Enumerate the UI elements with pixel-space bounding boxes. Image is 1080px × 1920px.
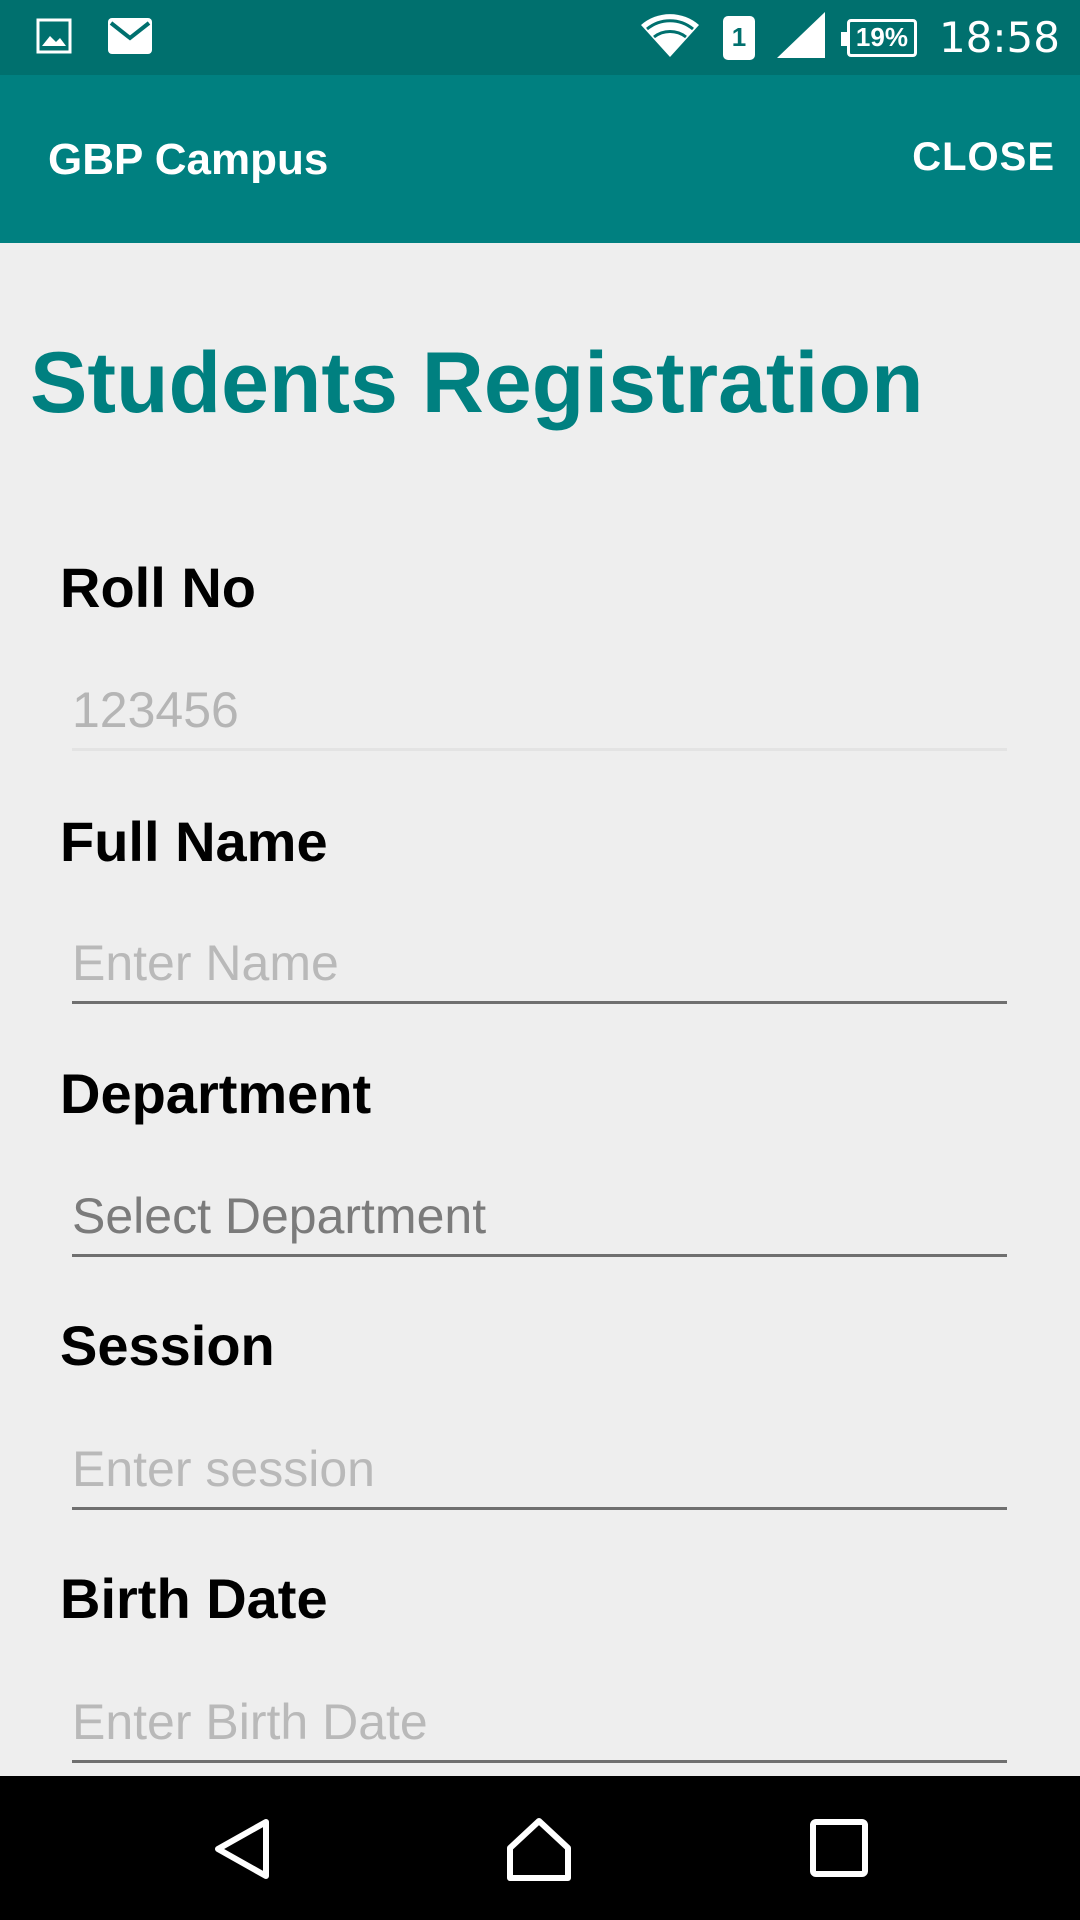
battery-icon: 19%: [840, 18, 917, 57]
session-label: Session: [60, 1314, 275, 1377]
roll-no-label: Roll No: [60, 556, 256, 619]
full-name-input[interactable]: [72, 923, 1007, 1003]
birth-date-input[interactable]: [72, 1682, 1007, 1762]
sim-icon: 1: [722, 15, 755, 60]
mail-icon: [108, 18, 152, 59]
page-title: Students Registration: [30, 335, 924, 431]
app-bar: GBP Campus CLOSE: [0, 75, 1080, 243]
department-label: Department: [60, 1062, 372, 1125]
wifi-icon: [639, 11, 701, 64]
full-name-label: Full Name: [60, 810, 328, 873]
department-underline: [72, 1254, 1007, 1257]
close-button[interactable]: CLOSE: [912, 135, 1055, 180]
session-input[interactable]: [72, 1429, 1007, 1509]
roll-no-field: 123456: [72, 682, 239, 738]
roll-no-underline: [72, 748, 1007, 751]
app-title: GBP Campus: [48, 135, 329, 184]
birth-date-label: Birth Date: [60, 1567, 328, 1630]
full-name-underline: [72, 1001, 1007, 1004]
signal-icon: [776, 12, 825, 63]
status-bar: 1 19% 18:58: [0, 0, 1080, 75]
birth-date-underline: [72, 1760, 1007, 1763]
navigation-bar: [0, 1776, 1080, 1920]
home-icon[interactable]: [506, 1816, 572, 1882]
image-icon: [36, 18, 72, 59]
back-icon[interactable]: [210, 1816, 276, 1882]
status-time: 18:58: [938, 13, 1060, 62]
session-underline: [72, 1507, 1007, 1510]
recents-icon[interactable]: [807, 1816, 873, 1882]
department-select[interactable]: Select Department: [72, 1176, 1007, 1256]
